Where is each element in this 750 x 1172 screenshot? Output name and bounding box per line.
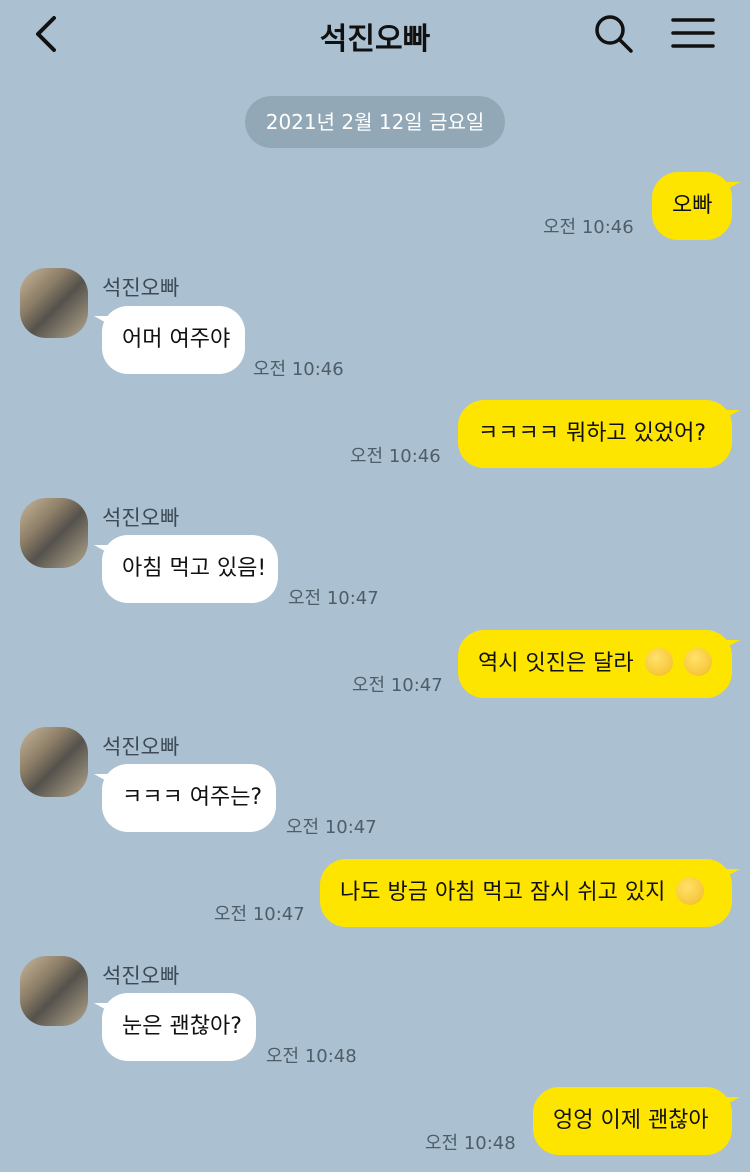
message-text: 역시 잇진은 달라: [478, 651, 634, 676]
message-text: 나도 방금 아침 먹고 잠시 쉬고 있지: [340, 880, 666, 905]
incoming-message-bubble[interactable]: 어머 여주야: [94, 306, 245, 374]
incoming-message-bubble[interactable]: 눈은 괜찮아?: [94, 993, 256, 1061]
laughing-face-emoji-icon: [683, 648, 712, 676]
sender-name: 석진오빠: [102, 506, 180, 530]
message-time: 오전 10:48: [425, 1133, 516, 1154]
message-text: ㅋㅋㅋ 여주는?: [122, 785, 263, 810]
search-button[interactable]: [592, 12, 636, 56]
outgoing-message-bubble[interactable]: 오빠: [652, 172, 740, 240]
hamburger-menu-icon: [671, 18, 715, 48]
message-time: 오전 10:46: [350, 446, 441, 467]
avatar[interactable]: [20, 268, 88, 338]
message-time: 오전 10:46: [253, 359, 344, 380]
menu-button[interactable]: [668, 12, 718, 56]
outgoing-message-bubble[interactable]: 엉엉 이제 괜찮아: [533, 1087, 740, 1155]
avatar[interactable]: [20, 727, 88, 797]
outgoing-message-bubble[interactable]: ㅋㅋㅋㅋ 뭐하고 있었어?: [458, 400, 740, 468]
sender-name: 석진오빠: [102, 276, 180, 300]
message-text: 아침 먹고 있음!: [122, 556, 267, 581]
outgoing-message-bubble[interactable]: 역시 잇진은 달라: [458, 630, 740, 698]
avatar[interactable]: [20, 956, 88, 1026]
message-text: ㅋㅋㅋㅋ 뭐하고 있었어?: [478, 421, 707, 446]
message-text: 어머 여주야: [122, 327, 231, 352]
incoming-message-bubble[interactable]: 아침 먹고 있음!: [94, 535, 278, 603]
message-text: 엉엉 이제 괜찮아: [553, 1108, 709, 1133]
chat-title: 석진오빠: [319, 22, 431, 57]
date-divider: 2021년 2월 12일 금요일: [245, 96, 505, 148]
smiling-face-emoji-icon: [676, 877, 705, 905]
outgoing-message-bubble[interactable]: 나도 방금 아침 먹고 잠시 쉬고 있지: [320, 859, 740, 927]
sender-name: 석진오빠: [102, 735, 180, 759]
sender-name: 석진오빠: [102, 964, 180, 988]
message-time: 오전 10:47: [352, 675, 443, 696]
search-icon: [595, 15, 633, 53]
laughing-face-emoji-icon: [644, 648, 673, 676]
message-time: 오전 10:47: [214, 904, 305, 925]
message-text: 오빠: [672, 193, 713, 218]
avatar[interactable]: [20, 498, 88, 568]
message-time: 오전 10:48: [266, 1046, 357, 1067]
incoming-message-bubble[interactable]: ㅋㅋㅋ 여주는?: [94, 764, 276, 832]
chat-header: 석진오빠: [0, 0, 750, 70]
message-text: 눈은 괜찮아?: [122, 1014, 242, 1039]
message-time: 오전 10:46: [543, 217, 634, 238]
message-time: 오전 10:47: [286, 817, 377, 838]
message-time: 오전 10:47: [288, 588, 379, 609]
